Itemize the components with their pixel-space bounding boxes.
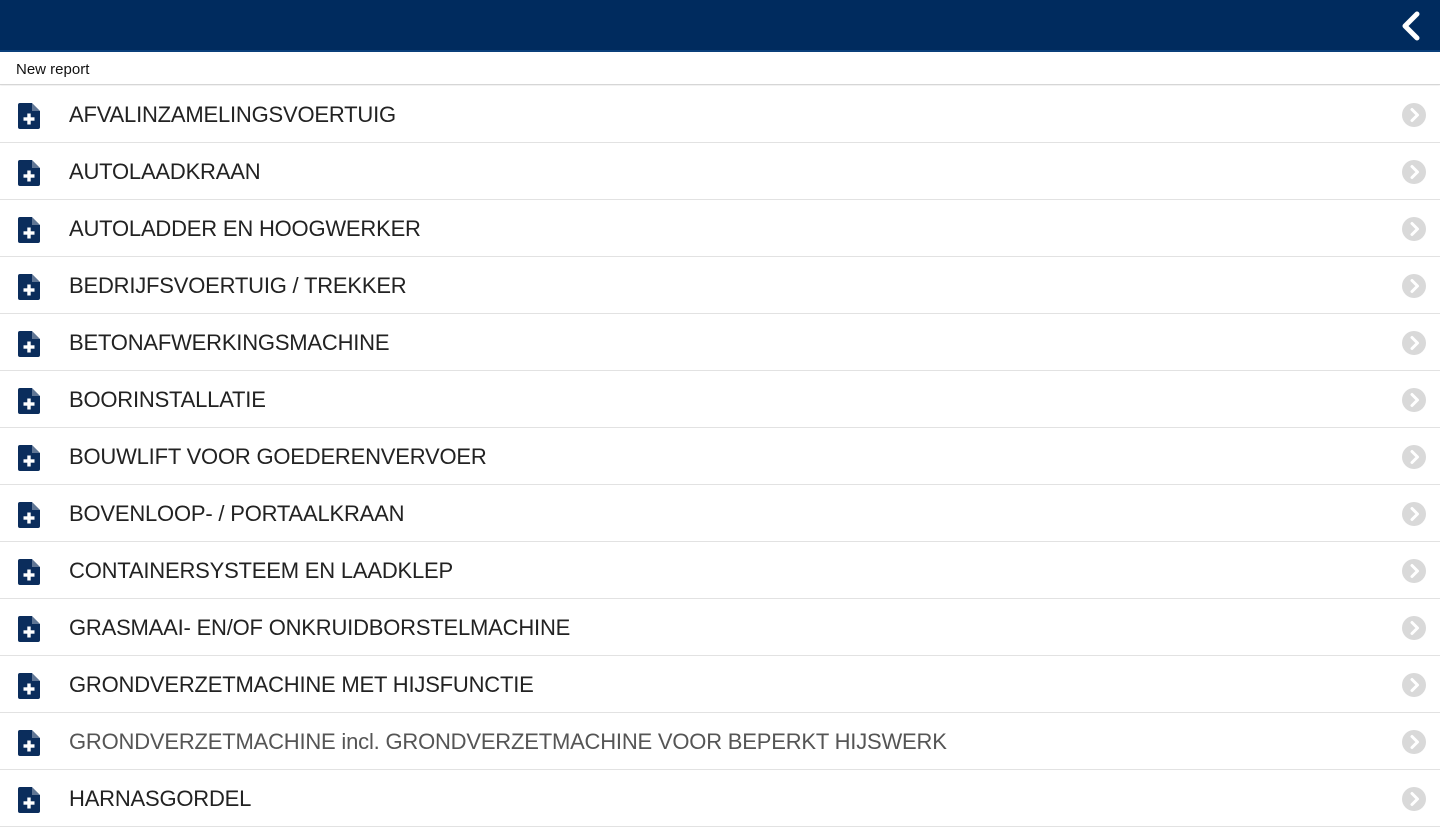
list-item-label: BETONAFWERKINGSMACHINE	[69, 330, 390, 355]
list-item[interactable]: BEDRIJFSVOERTUIG / TREKKER	[0, 257, 1440, 314]
list-item-label: GRONDVERZETMACHINE MET HIJSFUNCTIE	[69, 672, 534, 697]
list-item-label: HARNASGORDEL	[69, 786, 252, 811]
chevron-left-icon	[1402, 11, 1420, 41]
report-type-list: AFVALINZAMELINGSVOERTUIG AUTOLAADKRAAN A…	[0, 86, 1440, 827]
circle-chevron-right-icon	[1402, 445, 1426, 469]
circle-chevron-right-icon	[1402, 274, 1426, 298]
file-plus-icon	[18, 445, 40, 471]
file-plus-icon	[18, 502, 40, 528]
file-plus-icon	[18, 217, 40, 243]
circle-chevron-right-icon	[1402, 103, 1426, 127]
list-item-label: BEDRIJFSVOERTUIG / TREKKER	[69, 273, 407, 298]
list-item-label: GRONDVERZETMACHINE incl. GRONDVERZETMACH…	[69, 729, 947, 754]
list-item[interactable]: GRONDVERZETMACHINE incl. GRONDVERZETMACH…	[0, 713, 1440, 770]
list-item[interactable]: GRASMAAI- EN/OF ONKRUIDBORSTELMACHINE	[0, 599, 1440, 656]
file-plus-icon	[18, 616, 40, 642]
list-item[interactable]: AUTOLAADKRAAN	[0, 143, 1440, 200]
list-item-label: CONTAINERSYSTEEM EN LAADKLEP	[69, 558, 453, 583]
file-plus-icon	[18, 673, 40, 699]
circle-chevron-right-icon	[1402, 559, 1426, 583]
list-item-label: BOORINSTALLATIE	[69, 387, 266, 412]
list-item[interactable]: AFVALINZAMELINGSVOERTUIG	[0, 86, 1440, 143]
file-plus-icon	[18, 730, 40, 756]
file-plus-icon	[18, 103, 40, 129]
list-item[interactable]: GRONDVERZETMACHINE MET HIJSFUNCTIE	[0, 656, 1440, 713]
circle-chevron-right-icon	[1402, 388, 1426, 412]
file-plus-icon	[18, 331, 40, 357]
file-plus-icon	[18, 787, 40, 813]
list-item[interactable]: BOORINSTALLATIE	[0, 371, 1440, 428]
list-item-label: AUTOLADDER EN HOOGWERKER	[69, 216, 421, 241]
page-title: New report	[16, 61, 90, 78]
subheader: New report	[0, 54, 1440, 85]
list-item-label: GRASMAAI- EN/OF ONKRUIDBORSTELMACHINE	[69, 615, 571, 640]
list-item[interactable]: BOUWLIFT VOOR GOEDERENVERVOER	[0, 428, 1440, 485]
list-item-label: BOVENLOOP- / PORTAALKRAAN	[69, 501, 405, 526]
list-item-label: AUTOLAADKRAAN	[69, 159, 261, 184]
list-item-label: AFVALINZAMELINGSVOERTUIG	[69, 102, 396, 127]
circle-chevron-right-icon	[1402, 730, 1426, 754]
top-app-bar	[0, 0, 1440, 52]
file-plus-icon	[18, 388, 40, 414]
file-plus-icon	[18, 160, 40, 186]
list-item-label: BOUWLIFT VOOR GOEDERENVERVOER	[69, 444, 487, 469]
file-plus-icon	[18, 559, 40, 585]
list-item[interactable]: CONTAINERSYSTEEM EN LAADKLEP	[0, 542, 1440, 599]
circle-chevron-right-icon	[1402, 502, 1426, 526]
list-item[interactable]: AUTOLADDER EN HOOGWERKER	[0, 200, 1440, 257]
circle-chevron-right-icon	[1402, 616, 1426, 640]
file-plus-icon	[18, 274, 40, 300]
circle-chevron-right-icon	[1402, 217, 1426, 241]
circle-chevron-right-icon	[1402, 331, 1426, 355]
list-item[interactable]: BOVENLOOP- / PORTAALKRAAN	[0, 485, 1440, 542]
list-item[interactable]: HARNASGORDEL	[0, 770, 1440, 827]
back-button[interactable]	[1394, 8, 1428, 44]
list-item[interactable]: BETONAFWERKINGSMACHINE	[0, 314, 1440, 371]
circle-chevron-right-icon	[1402, 673, 1426, 697]
circle-chevron-right-icon	[1402, 160, 1426, 184]
circle-chevron-right-icon	[1402, 787, 1426, 811]
